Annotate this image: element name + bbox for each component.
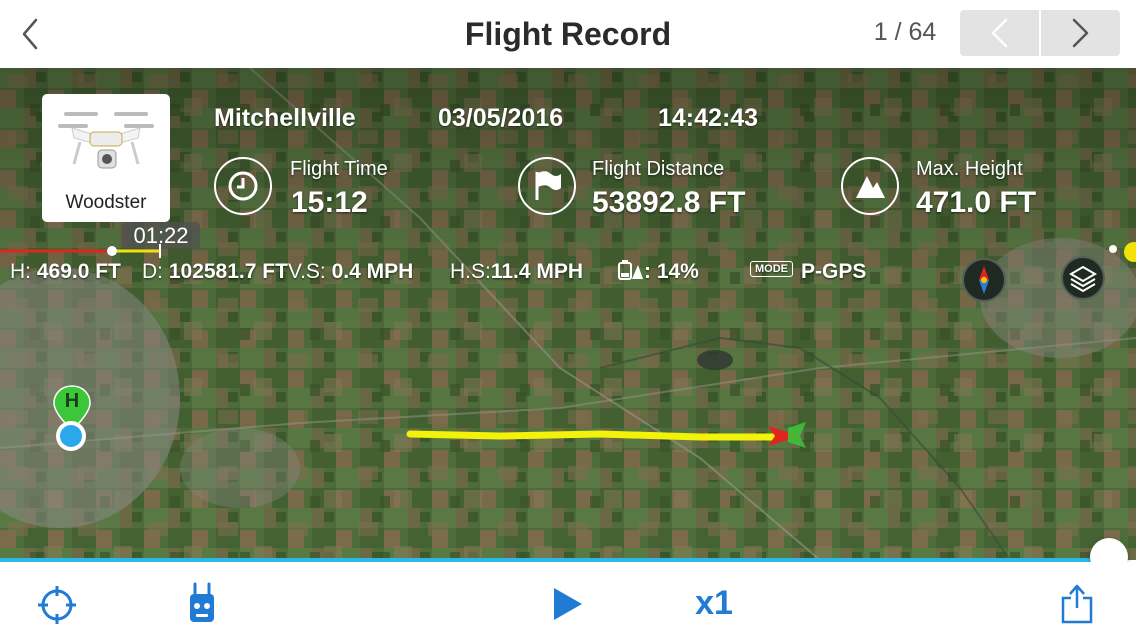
recenter-button[interactable] <box>38 586 76 629</box>
layers-icon <box>1069 265 1097 293</box>
flight-path <box>406 430 779 441</box>
previous-record-button[interactable] <box>960 10 1039 56</box>
playback-speed-button[interactable]: x1 <box>682 584 746 623</box>
flight-distance-value: 53892.8 FT <box>592 186 746 219</box>
map-view[interactable]: Woodster Mitchellville 03/05/2016 14:42:… <box>0 68 1136 560</box>
playback-toolbar: x1 <box>0 562 1136 640</box>
telemetry-distance: D: 102581.7 FT <box>142 260 288 283</box>
satellite-map <box>0 68 1136 560</box>
flight-time-value: 15:12 <box>291 186 368 219</box>
flag-icon <box>518 157 576 215</box>
back-button[interactable] <box>14 14 48 54</box>
share-button[interactable] <box>1060 582 1094 629</box>
record-nav <box>960 10 1120 56</box>
compass-icon <box>979 266 989 294</box>
crosshair-icon <box>38 586 76 624</box>
aircraft-card[interactable]: Woodster <box>42 94 170 222</box>
play-icon <box>554 588 582 620</box>
home-point-marker: H <box>52 384 92 456</box>
home-marker-label: H <box>64 390 80 412</box>
telemetry-height: H: 469.0 FT <box>10 260 121 283</box>
flight-start-time: 14:42:43 <box>658 104 759 132</box>
drone-icon <box>58 112 154 169</box>
waypoint-marker-icon <box>1109 242 1136 262</box>
telemetry-vertical-speed: V.S: 0.4 MPH <box>288 260 414 283</box>
flight-time-label: Flight Time <box>290 158 388 180</box>
telemetry-flight-mode: MODE P-GPS <box>750 260 866 284</box>
map-layers-button[interactable] <box>1061 256 1105 300</box>
chevron-left-icon <box>991 18 1008 48</box>
flight-date: 03/05/2016 <box>438 104 564 132</box>
header-bar: Flight Record 1 / 64 <box>0 0 1136 68</box>
share-icon <box>1061 584 1093 624</box>
play-button[interactable] <box>552 586 584 627</box>
flight-location: Mitchellville <box>214 104 356 132</box>
record-counter: 1 / 64 <box>873 18 937 46</box>
chevron-right-icon <box>1072 18 1089 48</box>
flight-distance-label: Flight Distance <box>592 158 725 180</box>
next-record-button[interactable] <box>1041 10 1120 56</box>
mini-timeline <box>0 244 161 258</box>
mode-badge: MODE <box>750 261 793 278</box>
aircraft-name: Woodster <box>65 192 147 213</box>
remote-controller-button[interactable] <box>187 582 217 629</box>
telemetry-battery: : 14% <box>618 260 699 284</box>
telemetry-horizontal-speed: H.S:11.4 MPH <box>450 260 584 283</box>
clock-icon <box>214 157 272 215</box>
max-height-label: Max. Height <box>916 158 1023 180</box>
chevron-left-icon <box>22 18 38 50</box>
compass-button[interactable] <box>962 258 1006 302</box>
battery-icon <box>618 260 643 281</box>
remote-controller-icon <box>190 582 214 622</box>
mountain-icon <box>841 157 899 215</box>
max-height-value: 471.0 FT <box>916 186 1037 219</box>
